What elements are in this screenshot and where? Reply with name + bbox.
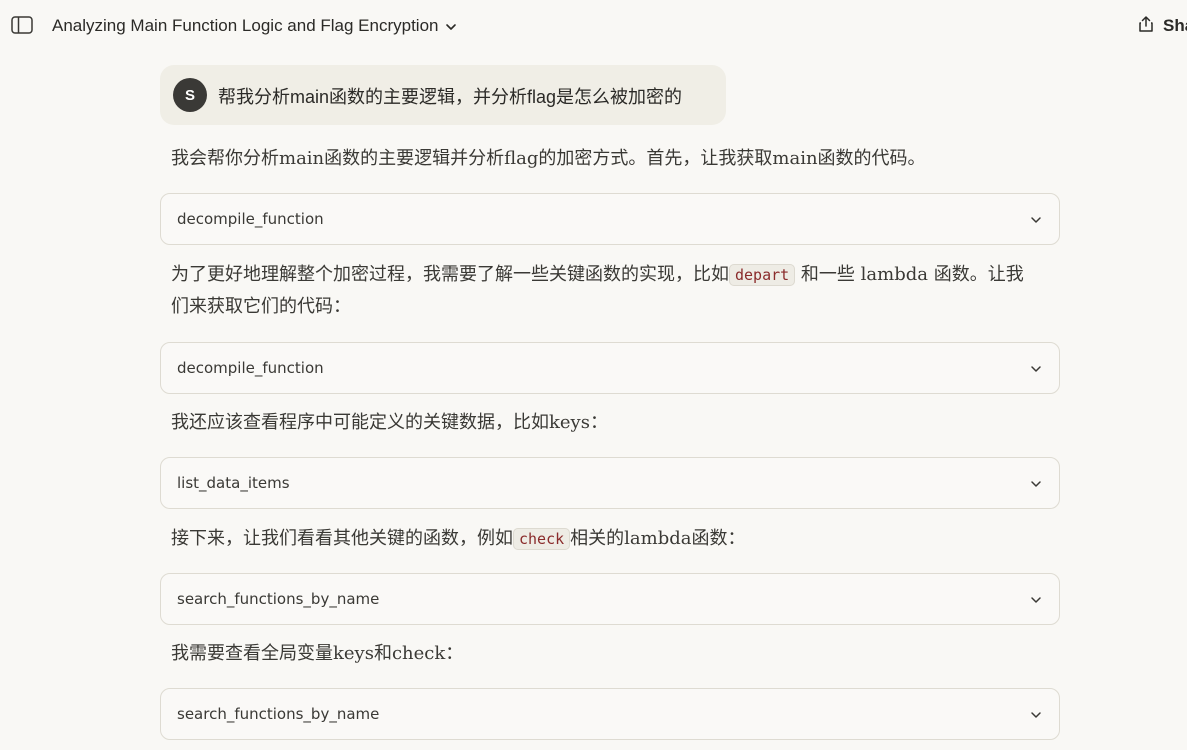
chevron-down-icon	[1029, 477, 1043, 491]
chevron-down-icon	[1029, 593, 1043, 607]
inline-code: depart	[729, 264, 796, 286]
paragraph-text: 为了更好地理解整个加密过程，我需要了解一些关键函数的实现，比如	[171, 264, 729, 285]
tool-call-name: list_data_items	[177, 474, 290, 492]
paragraph-text: 接下来，让我们看看其他关键的函数，例如	[171, 528, 513, 549]
chevron-down-icon	[1029, 362, 1043, 376]
tool-call-card[interactable]: search_functions_by_name	[160, 688, 1060, 740]
chevron-down-icon	[1029, 708, 1043, 722]
user-message: S 帮我分析main函数的主要逻辑，并分析flag是怎么被加密的	[160, 65, 726, 125]
share-button[interactable]: Share	[1137, 13, 1187, 39]
avatar: S	[173, 78, 207, 112]
tool-call-card[interactable]: decompile_function	[160, 342, 1060, 394]
assistant-paragraph: 我会帮你分析main函数的主要逻辑并分析flag的加密方式。首先，让我获取mai…	[171, 148, 926, 169]
assistant-paragraph: 我还应该查看程序中可能定义的关键数据，比如keys：	[171, 412, 608, 433]
assistant-paragraph: 我需要查看全局变量keys和check：	[171, 643, 464, 664]
user-message-text: 帮我分析main函数的主要逻辑，并分析flag是怎么被加密的	[218, 87, 683, 107]
paragraph-text: 相关的lambda函数：	[570, 528, 746, 549]
tool-call-card[interactable]: search_functions_by_name	[160, 573, 1060, 625]
chevron-down-icon	[1029, 213, 1043, 227]
tool-call-name: search_functions_by_name	[177, 590, 380, 608]
assistant-paragraph: 接下来，让我们看看其他关键的函数，例如 check 相关的lambda函数：	[171, 523, 1031, 555]
tool-call-name: search_functions_by_name	[177, 705, 380, 723]
share-icon	[1137, 15, 1155, 38]
inline-code: check	[513, 528, 571, 550]
tool-call-card[interactable]: decompile_function	[160, 193, 1060, 245]
top-bar: Analyzing Main Function Logic and Flag E…	[0, 0, 1187, 52]
chevron-down-icon	[445, 20, 457, 32]
tool-call-card[interactable]: list_data_items	[160, 457, 1060, 509]
share-label: Share	[1163, 16, 1187, 35]
assistant-paragraph: 为了更好地理解整个加密过程，我需要了解一些关键函数的实现，比如 depart 和一…	[171, 259, 1031, 323]
conversation-title: Analyzing Main Function Logic and Flag E…	[52, 16, 439, 35]
tool-call-name: decompile_function	[177, 210, 324, 228]
conversation-title-button[interactable]: Analyzing Main Function Logic and Flag E…	[52, 14, 457, 38]
sidebar-toggle-icon[interactable]	[11, 16, 33, 34]
tool-call-name: decompile_function	[177, 359, 324, 377]
